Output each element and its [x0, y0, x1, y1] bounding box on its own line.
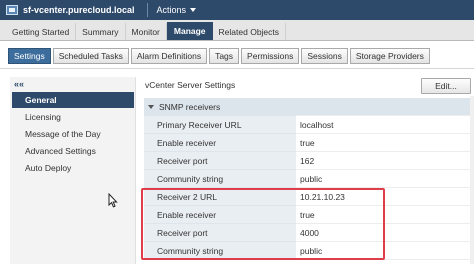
snmp-receivers-group[interactable]: SNMP receivers — [144, 98, 474, 116]
scrollbar[interactable] — [470, 96, 474, 264]
tab-monitor[interactable]: Monitor — [126, 23, 167, 40]
row-value: 162 — [296, 152, 474, 170]
sidebar-item-auto-deploy[interactable]: Auto Deploy — [12, 160, 134, 176]
sidebar-item-licensing[interactable]: Licensing — [12, 109, 134, 125]
subtab-sessions[interactable]: Sessions — [301, 48, 348, 64]
row-key: Enable receiver — [144, 134, 296, 152]
subtab-tags[interactable]: Tags — [209, 48, 240, 64]
divider — [0, 68, 474, 69]
edit-button[interactable]: Edit... — [421, 78, 471, 94]
object-title: sf-vcenter.purecloud.local — [23, 5, 135, 15]
expand-triangle-icon — [148, 104, 154, 109]
settings-sidebar: «« General Licensing Message of the Day … — [10, 77, 136, 264]
subtab-storage-providers[interactable]: Storage Providers — [349, 48, 430, 64]
tab-summary[interactable]: Summary — [76, 23, 126, 40]
row-key: Primary Receiver URL — [144, 116, 296, 134]
table-row: Receiver port 162 — [144, 152, 474, 170]
highlight-annotation-box — [141, 188, 385, 260]
row-value: true — [296, 134, 474, 152]
collapse-sidebar-icon[interactable]: «« — [14, 79, 24, 89]
table-row: Primary Receiver URL localhost — [144, 116, 474, 134]
sidebar-item-advanced-settings[interactable]: Advanced Settings — [12, 143, 134, 159]
tab-related-objects[interactable]: Related Objects — [213, 23, 287, 40]
table-row: Enable receiver true — [144, 134, 474, 152]
actions-label: Actions — [156, 5, 187, 15]
group-value — [296, 98, 474, 116]
sidebar-item-general[interactable]: General — [12, 92, 134, 108]
manage-subtabs: Settings Scheduled Tasks Alarm Definitio… — [8, 48, 432, 64]
group-header: SNMP receivers — [144, 98, 296, 116]
table-row: Community string public — [144, 170, 474, 188]
group-label: SNMP receivers — [159, 101, 221, 112]
sidebar-item-message-of-the-day[interactable]: Message of the Day — [12, 126, 134, 142]
subtab-scheduled-tasks[interactable]: Scheduled Tasks — [52, 48, 129, 64]
section-title: vCenter Server Settings — [145, 80, 236, 90]
chevron-down-icon — [190, 8, 197, 12]
tab-manage[interactable]: Manage — [166, 22, 213, 40]
row-key: Receiver port — [144, 152, 296, 170]
subtab-settings[interactable]: Settings — [8, 48, 51, 64]
window-titlebar: sf-vcenter.purecloud.local Actions — [0, 0, 474, 20]
object-tabs: Getting Started Summary Monitor Manage R… — [0, 20, 474, 41]
actions-menu-button[interactable]: Actions — [157, 5, 197, 15]
row-value: localhost — [296, 116, 474, 134]
titlebar-divider — [146, 3, 148, 17]
subtab-alarm-definitions[interactable]: Alarm Definitions — [130, 48, 208, 64]
row-key: Community string — [144, 170, 296, 188]
row-value: public — [296, 170, 474, 188]
vcenter-server-icon — [6, 5, 18, 15]
mouse-cursor-icon — [108, 193, 118, 208]
subtab-permissions[interactable]: Permissions — [241, 48, 300, 64]
tab-getting-started[interactable]: Getting Started — [6, 23, 77, 40]
